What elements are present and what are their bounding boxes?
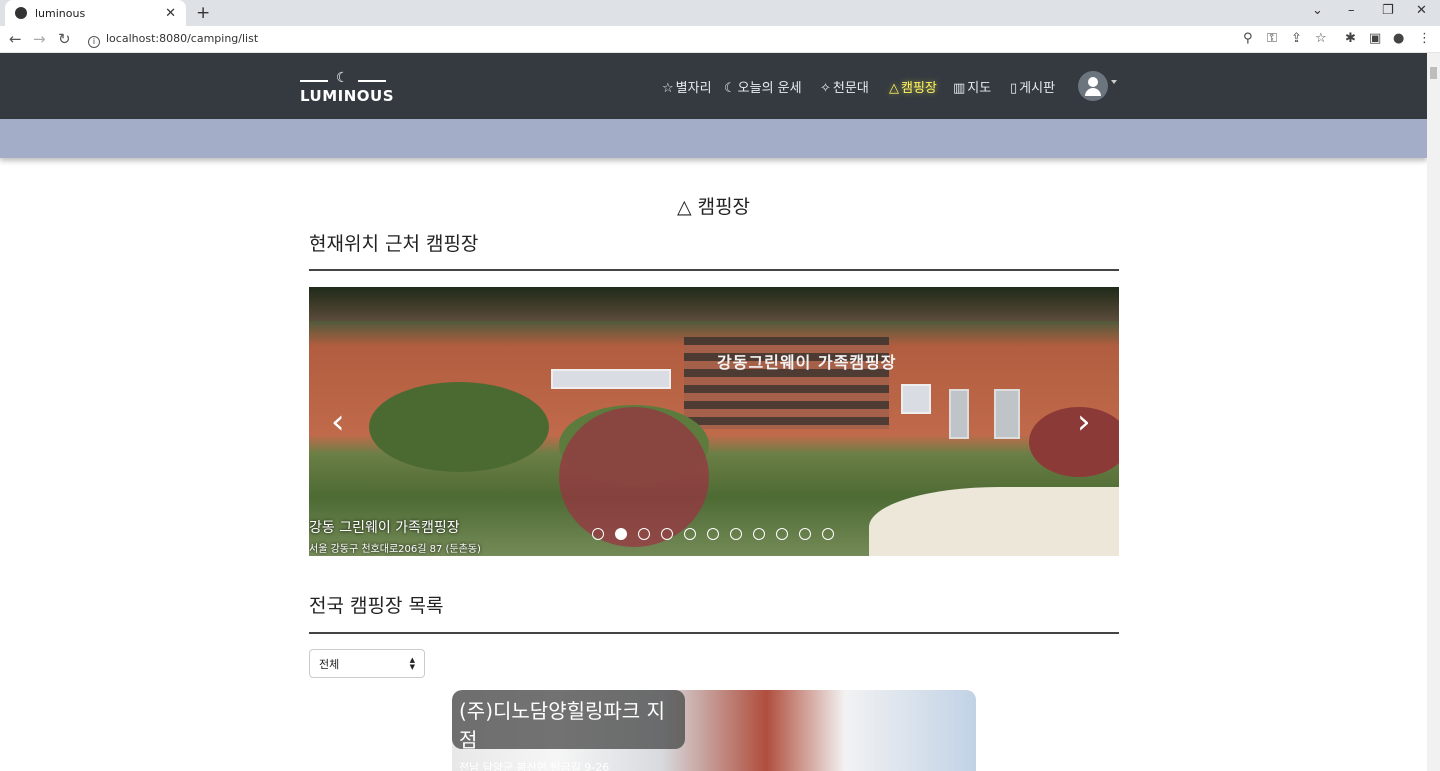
moon-icon: ☾: [724, 81, 736, 96]
tab-title: luminous: [35, 6, 86, 20]
carousel-indicator-dot[interactable]: [822, 528, 834, 540]
bookmark-star-icon[interactable]: ☆: [1315, 31, 1327, 46]
region-select-value: 전체: [319, 658, 340, 671]
url-field[interactable]: i localhost:8080/camping/list: [88, 32, 258, 48]
extensions-icon[interactable]: ✱: [1345, 31, 1356, 46]
select-arrows-icon: ▲ ▼: [409, 656, 415, 671]
back-icon[interactable]: ←: [9, 30, 22, 48]
nav-item-camping[interactable]: △ 캠핑장: [889, 77, 937, 96]
reload-icon[interactable]: ↻: [58, 30, 71, 48]
logo-mark: ☾: [300, 69, 386, 86]
carousel-indicator-dot[interactable]: [638, 528, 650, 540]
nav-item-fortune[interactable]: ☾ 오늘의 운세: [724, 77, 802, 96]
list-section-title: 전국 캠핑장 목록: [309, 595, 444, 617]
carousel-indicator-dot[interactable]: [730, 528, 742, 540]
carousel-indicator-dot[interactable]: [707, 528, 719, 540]
user-avatar[interactable]: [1078, 71, 1108, 101]
campsite-card-address: 전남 담양군 봉산면 탄금길 9-26: [459, 761, 610, 771]
share-icon[interactable]: ⇪: [1291, 31, 1302, 46]
map-icon: ▥: [953, 81, 966, 96]
new-tab-icon[interactable]: +: [196, 3, 210, 23]
divider: [309, 632, 1119, 634]
favicon-icon: [15, 7, 27, 19]
sparkles-icon: ✧: [820, 81, 831, 96]
carousel-indicator-dot[interactable]: [592, 528, 604, 540]
logo-text: LUMINOUS: [300, 87, 394, 105]
carousel-slide-image: 강동그린웨이 가족캠핑장: [309, 287, 1119, 556]
close-tab-icon[interactable]: ✕: [165, 6, 176, 21]
carousel-next-icon[interactable]: ›: [1077, 405, 1091, 439]
header-band: [0, 119, 1427, 158]
logo-moon-icon: ☾: [336, 70, 349, 86]
carousel-indicator-dot[interactable]: [799, 528, 811, 540]
site-info-icon[interactable]: i: [88, 36, 100, 48]
location-icon[interactable]: ⚲: [1243, 31, 1253, 46]
divider: [309, 269, 1119, 271]
tent-icon: △: [889, 81, 899, 96]
nearby-section-title: 현재위치 근처 캠핑장: [309, 233, 479, 255]
carousel-indicator-dot[interactable]: [684, 528, 696, 540]
restore-icon[interactable]: ❐: [1382, 3, 1394, 18]
star-icon: ☆: [662, 81, 674, 96]
region-select[interactable]: 전체 ▲ ▼: [309, 649, 425, 678]
side-panel-icon[interactable]: ▣: [1369, 31, 1381, 46]
campsite-address: 서울 강동구 천호대로206길 87 (둔촌동): [309, 544, 481, 555]
carousel-prev-icon[interactable]: ‹: [331, 405, 345, 439]
window-close-icon[interactable]: ✕: [1416, 3, 1427, 18]
key-icon[interactable]: ⚿: [1267, 31, 1277, 46]
forward-icon[interactable]: →: [33, 30, 46, 48]
tab-search-icon[interactable]: ⌄: [1312, 3, 1323, 18]
chevron-down-icon[interactable]: [1111, 80, 1117, 84]
site-logo[interactable]: ☾ LUMINOUS: [300, 69, 394, 105]
nav-item-observatory[interactable]: ✧ 천문대: [820, 77, 869, 96]
site-navbar: ☾ LUMINOUS ☆ 별자리 ☾ 오늘의 운세 ✧ 천문대 △ 캠핑장 ▥ 지도 ▯ 게…: [0, 53, 1427, 119]
nearby-carousel[interactable]: 강동그린웨이 가족캠핑장 ‹ › 강동 그린웨이 가족캠핑장 서울 강동구 천호…: [309, 287, 1119, 556]
campsite-card-label: (주)디노담양힐링파크 지점 전남 담양군 봉산면 탄금길 9-26: [452, 690, 685, 771]
nav-item-constellation[interactable]: ☆ 별자리: [662, 77, 712, 96]
campsite-name: 강동 그린웨이 가족캠핑장: [309, 520, 460, 536]
clipboard-icon: ▯: [1010, 81, 1018, 96]
campsite-card[interactable]: (주)디노담양힐링파크 지점 전남 담양군 봉산면 탄금길 9-26: [452, 690, 976, 771]
scrollbar-thumb[interactable]: [1430, 67, 1437, 79]
building-sign: 강동그린웨이 가족캠핑장: [717, 353, 897, 372]
address-bar: ← → ↻ i localhost:8080/camping/list ⚲ ⚿ ⇪…: [0, 26, 1440, 53]
browser-tab-bar: luminous ✕ + ⌄ – ❐ ✕: [0, 0, 1440, 26]
campsite-card-name: (주)디노담양힐링파크 지점: [459, 699, 665, 752]
carousel-indicators: [592, 528, 834, 540]
url-text: localhost:8080/camping/list: [106, 32, 259, 45]
menu-icon[interactable]: ⋮: [1418, 31, 1431, 46]
nav-item-board[interactable]: ▯ 게시판: [1010, 77, 1055, 96]
page-title: △ 캠핑장: [676, 196, 751, 218]
carousel-indicator-dot[interactable]: [615, 528, 627, 540]
carousel-indicator-dot[interactable]: [661, 528, 673, 540]
profile-icon[interactable]: ●: [1393, 31, 1404, 46]
tent-icon: △: [676, 196, 698, 218]
carousel-indicator-dot[interactable]: [753, 528, 765, 540]
scrollbar[interactable]: [1427, 53, 1440, 771]
carousel-indicator-dot[interactable]: [776, 528, 788, 540]
browser-tab[interactable]: luminous ✕: [5, 0, 186, 26]
nav-item-map[interactable]: ▥ 지도: [953, 77, 991, 96]
minimize-icon[interactable]: –: [1348, 3, 1355, 18]
carousel-caption: 강동 그린웨이 가족캠핑장 서울 강동구 천호대로206길 87 (둔촌동): [309, 517, 481, 555]
